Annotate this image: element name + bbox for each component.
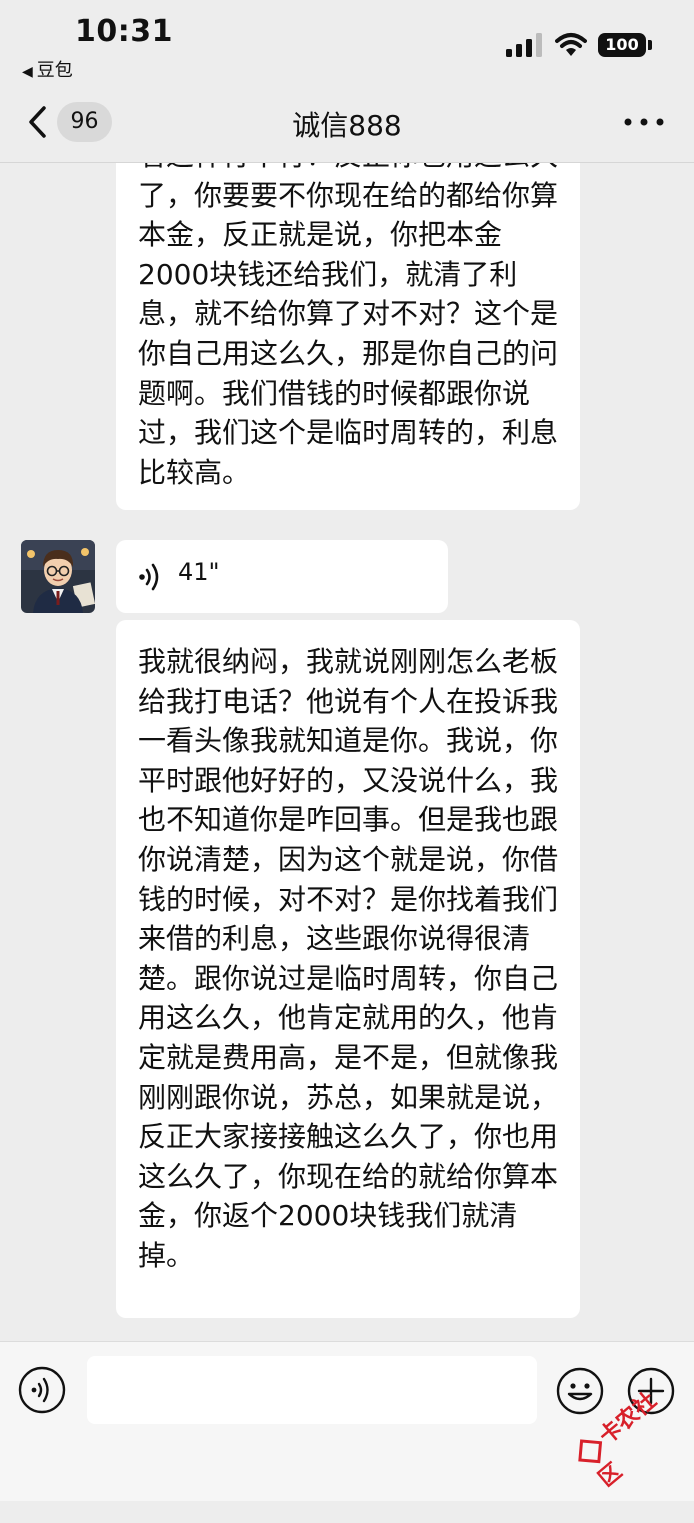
voice-input-icon[interactable] (18, 1366, 66, 1414)
wifi-icon (555, 33, 587, 56)
back-to-app-link[interactable]: ◀ 豆包 (22, 56, 73, 82)
watermark-icon (578, 1439, 603, 1464)
more-icon[interactable] (622, 114, 666, 130)
message-bubble[interactable]: 看这样行不行？反正你也用这么久了，你要要不你现在给的都给你算本金，反正就是说，你… (116, 163, 580, 510)
back-app-label: 豆包 (36, 60, 73, 81)
message-list[interactable]: 看这样行不行？反正你也用这么久了，你要要不你现在给的都给你算本金，反正就是说，你… (0, 163, 694, 1340)
voice-duration: 41" (178, 558, 220, 586)
input-bar (0, 1341, 694, 1501)
signal-icon (506, 33, 542, 57)
status-time: 10:31 (75, 14, 173, 49)
voice-wave-icon (139, 563, 159, 591)
back-triangle-icon: ◀ (22, 64, 33, 80)
emoji-icon[interactable] (555, 1366, 605, 1416)
message-input[interactable] (87, 1356, 537, 1424)
message-bubble[interactable]: 我就很纳闷，我就说刚刚怎么老板给我打电话？他说有个人在投诉我一看头像我就知道是你… (116, 620, 580, 1318)
battery-cap (648, 40, 652, 50)
chat-header: 96 诚信888 (0, 90, 694, 163)
voice-message-bubble[interactable]: 41" (116, 540, 448, 613)
chat-title: 诚信888 (292, 109, 402, 142)
status-bar: 10:31 ◀ 豆包 100 (0, 0, 694, 90)
battery-icon: 100 (598, 33, 646, 57)
battery-level: 100 (605, 35, 639, 54)
contact-avatar[interactable] (21, 540, 95, 613)
